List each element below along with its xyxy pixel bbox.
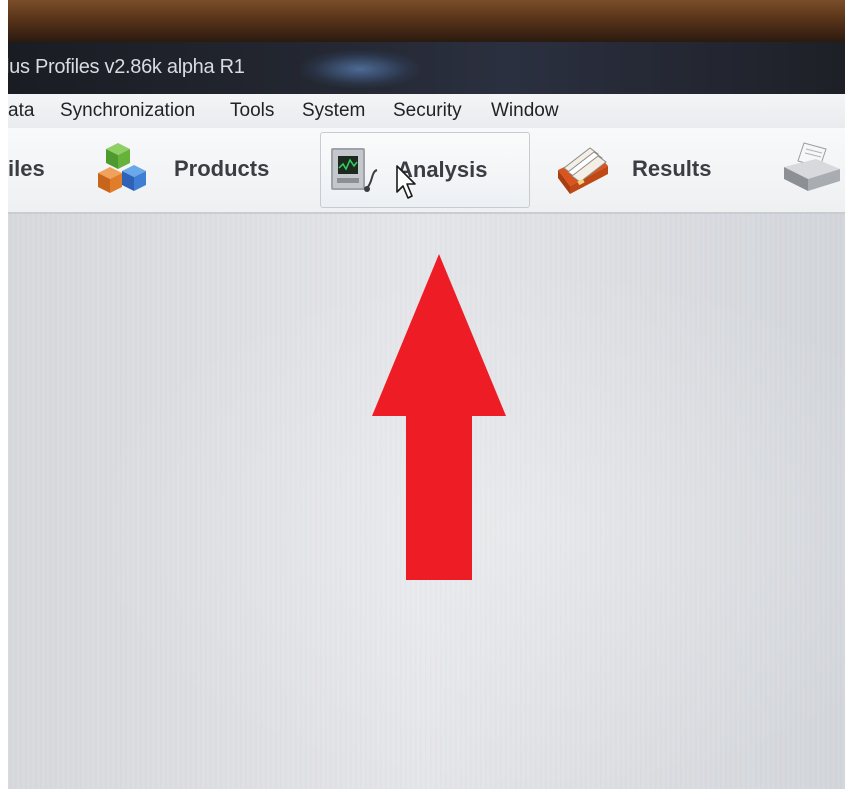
toolbar-button-analysis[interactable]: Analysis: [320, 132, 530, 208]
toolbar-button-products[interactable]: Products: [96, 132, 286, 206]
menu-item-security[interactable]: Security: [393, 100, 462, 122]
printer-icon: [780, 139, 842, 199]
toolbar: iles Products Analysis Results: [0, 128, 845, 214]
toolbar-button-profiles[interactable]: iles: [8, 132, 78, 206]
toolbar-button-profiles-label: iles: [8, 156, 45, 181]
menu-bar: ata Synchronization Tools System Securit…: [0, 94, 845, 129]
title-bar: Plus Profiles v2.86k alpha R1: [0, 42, 845, 94]
toolbar-button-results-label: Results: [632, 156, 712, 181]
menu-item-window[interactable]: Window: [491, 100, 559, 122]
photo-edge: [0, 0, 8, 789]
mouse-cursor-icon: [396, 165, 416, 199]
computer-icon: [327, 142, 385, 198]
toolbar-button-products-label: Products: [174, 156, 270, 181]
window-title: Plus Profiles v2.86k alpha R1: [0, 56, 245, 78]
toolbar-button-results[interactable]: Results: [552, 132, 742, 206]
monitor-bezel: [0, 0, 845, 42]
menu-item-synchronization[interactable]: Synchronization: [60, 100, 195, 122]
toolbar-button-print[interactable]: [780, 132, 845, 206]
red-arrow-annotation: [372, 254, 506, 580]
card-file-icon: [552, 140, 612, 198]
menu-item-system[interactable]: System: [302, 100, 365, 122]
cubes-icon: [96, 139, 156, 199]
screen-glare: [300, 50, 420, 88]
menu-item-data[interactable]: ata: [8, 100, 34, 122]
screen-photo: Plus Profiles v2.86k alpha R1 ata Synchr…: [0, 0, 845, 789]
menu-item-tools[interactable]: Tools: [230, 100, 274, 122]
